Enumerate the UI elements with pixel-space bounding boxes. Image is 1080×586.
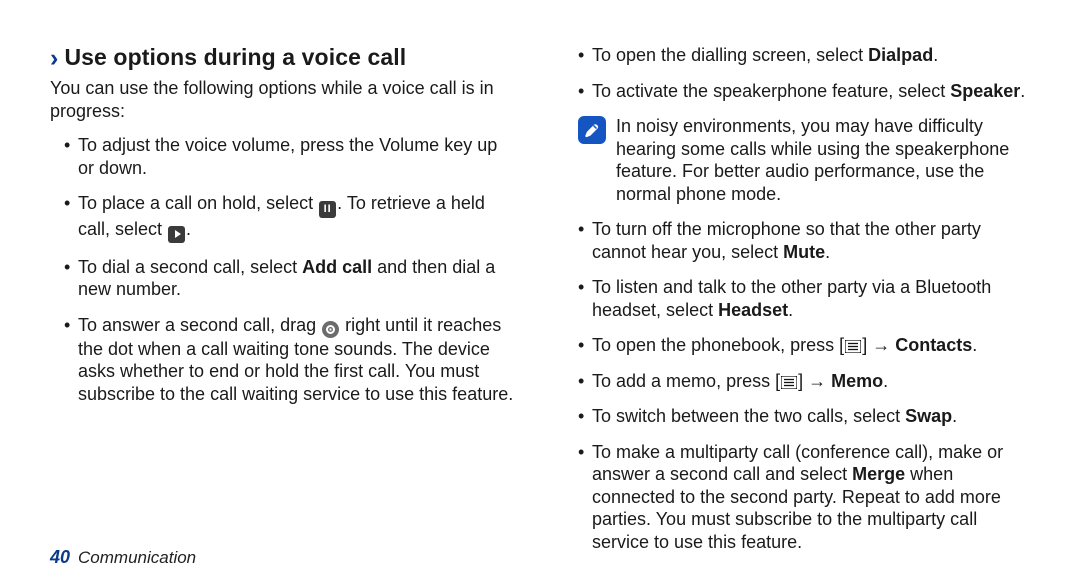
right-column: To open the dialling screen, select Dial… bbox=[564, 44, 1030, 566]
answer-icon bbox=[322, 321, 339, 338]
note-icon bbox=[578, 116, 606, 144]
list-item: To open the phonebook, press [] → Contac… bbox=[578, 334, 1030, 357]
bold-term: Swap bbox=[905, 406, 952, 426]
list-item: To adjust the voice volume, press the Vo… bbox=[64, 134, 516, 179]
list-item: To turn off the microphone so that the o… bbox=[578, 218, 1030, 263]
right-bullet-list-bottom: To turn off the microphone so that the o… bbox=[564, 218, 1030, 553]
list-item: To listen and talk to the other party vi… bbox=[578, 276, 1030, 321]
page-footer: 40 Communication bbox=[50, 547, 196, 568]
resume-icon bbox=[168, 226, 185, 243]
intro-text: You can use the following options while … bbox=[50, 77, 516, 122]
section-heading: › Use options during a voice call bbox=[50, 44, 516, 71]
bold-term: Headset bbox=[718, 300, 788, 320]
bold-term: Contacts bbox=[895, 335, 972, 355]
list-item: To place a call on hold, select II. To r… bbox=[64, 192, 516, 243]
menu-key-icon bbox=[780, 376, 798, 389]
left-column: › Use options during a voice call You ca… bbox=[50, 44, 516, 566]
hold-icon: II bbox=[319, 201, 336, 218]
bold-term: Add call bbox=[302, 257, 372, 277]
list-item: To open the dialling screen, select Dial… bbox=[578, 44, 1030, 67]
manual-page: › Use options during a voice call You ca… bbox=[0, 0, 1080, 566]
heading-text: Use options during a voice call bbox=[64, 44, 406, 71]
section-name: Communication bbox=[78, 548, 196, 568]
list-item: To add a memo, press [] → Memo. bbox=[578, 370, 1030, 393]
bold-term: Mute bbox=[783, 242, 825, 262]
note-text: In noisy environments, you may have diff… bbox=[616, 115, 1030, 205]
page-number: 40 bbox=[50, 547, 70, 568]
right-bullet-list-top: To open the dialling screen, select Dial… bbox=[564, 44, 1030, 102]
list-item: To make a multiparty call (conference ca… bbox=[578, 441, 1030, 554]
bold-term: Speaker bbox=[950, 81, 1020, 101]
bold-term: Merge bbox=[852, 464, 905, 484]
menu-key-icon bbox=[844, 340, 862, 353]
chevron-icon: › bbox=[50, 46, 58, 71]
bold-term: Memo bbox=[831, 371, 883, 391]
note-callout: In noisy environments, you may have diff… bbox=[578, 115, 1030, 205]
list-item: To dial a second call, select Add call a… bbox=[64, 256, 516, 301]
list-item: To activate the speakerphone feature, se… bbox=[578, 80, 1030, 103]
list-item: To answer a second call, drag right unti… bbox=[64, 314, 516, 406]
left-bullet-list: To adjust the voice volume, press the Vo… bbox=[50, 134, 516, 405]
bold-term: Dialpad bbox=[868, 45, 933, 65]
list-item: To switch between the two calls, select … bbox=[578, 405, 1030, 428]
